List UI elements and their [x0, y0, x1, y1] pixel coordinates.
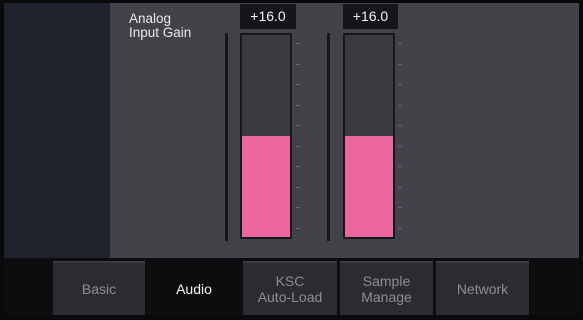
left-gain-readout[interactable]: +16.0	[240, 4, 296, 29]
meter-tick	[296, 187, 300, 188]
meter-tick	[296, 228, 300, 229]
tab-ksc-auto-load-label: KSC Auto-Load	[257, 273, 323, 305]
tab-ksc-auto-load[interactable]: KSC Auto-Load	[243, 261, 337, 315]
left-gain-meter[interactable]	[240, 33, 292, 239]
tab-network-label: Network	[456, 281, 509, 297]
app-frame: Analog Input Gain +16.0 +16.0 Basic Audi…	[0, 0, 583, 320]
tab-basic-label: Basic	[81, 281, 117, 297]
meter-tick	[398, 187, 402, 188]
meter-tick	[296, 43, 300, 44]
tab-sample-manage[interactable]: Sample Manage	[340, 261, 433, 315]
meter-tick	[398, 43, 402, 44]
left-meter-rail	[225, 33, 228, 241]
right-gain-readout[interactable]: +16.0	[343, 4, 398, 29]
meter-tick	[296, 207, 300, 208]
tab-audio[interactable]: Audio	[148, 261, 240, 315]
meter-tick	[398, 166, 402, 167]
meter-tick	[398, 64, 402, 65]
meter-tick	[398, 146, 402, 147]
meter-tick	[398, 207, 402, 208]
meter-tick	[398, 125, 402, 126]
meter-tick	[398, 228, 402, 229]
right-meter-ticks	[398, 35, 402, 239]
sidebar	[4, 3, 110, 258]
meter-tick	[296, 84, 300, 85]
section-title-line1: Analog	[129, 11, 172, 26]
tab-bar: Basic Audio KSC Auto-Load Sample Manage …	[4, 258, 579, 315]
left-meter-ticks	[296, 35, 300, 239]
tab-sample-manage-label: Sample Manage	[361, 273, 412, 305]
meter-tick	[296, 64, 300, 65]
left-gain-fill	[242, 136, 290, 237]
meter-tick	[296, 166, 300, 167]
meter-tick	[398, 105, 402, 106]
meter-tick	[296, 146, 300, 147]
right-gain-fill	[345, 136, 393, 237]
right-gain-meter[interactable]	[343, 33, 395, 239]
tab-audio-label: Audio	[176, 281, 212, 297]
meter-tick	[398, 84, 402, 85]
tab-basic[interactable]: Basic	[53, 261, 145, 315]
meter-tick	[296, 105, 300, 106]
section-title: Analog Input Gain	[129, 12, 191, 40]
tab-network[interactable]: Network	[436, 261, 529, 315]
right-meter-rail	[327, 33, 330, 241]
meter-tick	[296, 125, 300, 126]
section-title-line2: Input Gain	[129, 25, 192, 40]
